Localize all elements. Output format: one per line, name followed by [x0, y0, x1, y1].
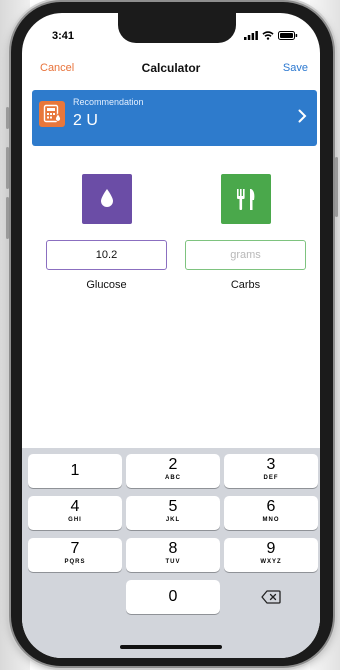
key-digit: 7 — [70, 540, 80, 557]
key-digit: 2 — [168, 456, 178, 473]
key-1[interactable]: 1 — [28, 454, 122, 488]
key-4[interactable]: 4 GHI — [28, 496, 122, 530]
recommendation-value: 2 U — [73, 112, 98, 129]
wifi-icon — [262, 30, 274, 40]
volume-up-button — [6, 147, 9, 189]
key-2[interactable]: 2 ABC — [126, 454, 220, 488]
key-letters: ABC — [165, 475, 181, 481]
key-digit: 8 — [168, 540, 178, 557]
carbs-placeholder: grams — [230, 249, 261, 261]
carbs-label: Carbs — [230, 279, 261, 291]
key-7[interactable]: 7 PQRS — [28, 538, 122, 572]
key-5[interactable]: 5 JKL — [126, 496, 220, 530]
glucose-input[interactable]: 10.2 — [46, 240, 167, 270]
status-time: 3:41 — [52, 30, 75, 42]
chevron-right-icon — [298, 109, 307, 123]
key-9[interactable]: 9 WXYZ — [224, 538, 318, 572]
key-letters: GHI — [68, 517, 82, 523]
nav-bar: Calculator Cancel Save — [22, 59, 320, 79]
key-digit: 9 — [266, 540, 276, 557]
calculator-icon — [39, 101, 65, 127]
key-digit: 4 — [70, 498, 80, 515]
signal-icon — [244, 30, 258, 40]
key-digit: 1 — [70, 462, 80, 479]
power-button — [335, 157, 338, 217]
drop-icon — [101, 189, 113, 207]
key-6[interactable]: 6 MNO — [224, 496, 318, 530]
home-indicator — [120, 645, 222, 649]
key-digit: 6 — [266, 498, 276, 515]
key-3[interactable]: 3 DEF — [224, 454, 318, 488]
carbs-tile — [221, 174, 271, 224]
key-letters: JKL — [165, 517, 181, 523]
recommendation-banner[interactable]: Recommendation 2 U — [32, 90, 317, 146]
key-digit: 3 — [266, 456, 276, 473]
key-letters: PQRS — [64, 559, 86, 565]
screen: 3:41 Calculator Cancel Save Recommendati… — [22, 13, 320, 658]
status-icons — [244, 30, 298, 40]
cancel-button[interactable]: Cancel — [40, 62, 74, 74]
key-letters: WXYZ — [260, 559, 282, 565]
key-letters: DEF — [263, 475, 279, 481]
key-digit: 0 — [168, 588, 178, 605]
volume-down-button — [6, 197, 9, 239]
numeric-keypad: 1 2 ABC 3 DEF 4 GHI 5 JKL 6 MNO 7 PQRS 8… — [22, 448, 320, 658]
key-8[interactable]: 8 TUV — [126, 538, 220, 572]
notch — [118, 13, 236, 43]
glucose-tile — [82, 174, 132, 224]
carbs-input[interactable]: grams — [185, 240, 306, 270]
key-0[interactable]: 0 — [126, 580, 220, 614]
key-letters: MNO — [262, 517, 280, 523]
backspace-key[interactable] — [224, 580, 318, 614]
glucose-label: Glucose — [86, 279, 127, 291]
fork-knife-icon — [237, 189, 255, 210]
backspace-icon — [261, 590, 281, 604]
mute-switch — [6, 107, 9, 129]
key-digit: 5 — [168, 498, 178, 515]
battery-icon — [278, 30, 298, 40]
save-button[interactable]: Save — [283, 62, 308, 74]
key-letters: TUV — [165, 559, 181, 565]
recommendation-label: Recommendation — [73, 97, 144, 107]
